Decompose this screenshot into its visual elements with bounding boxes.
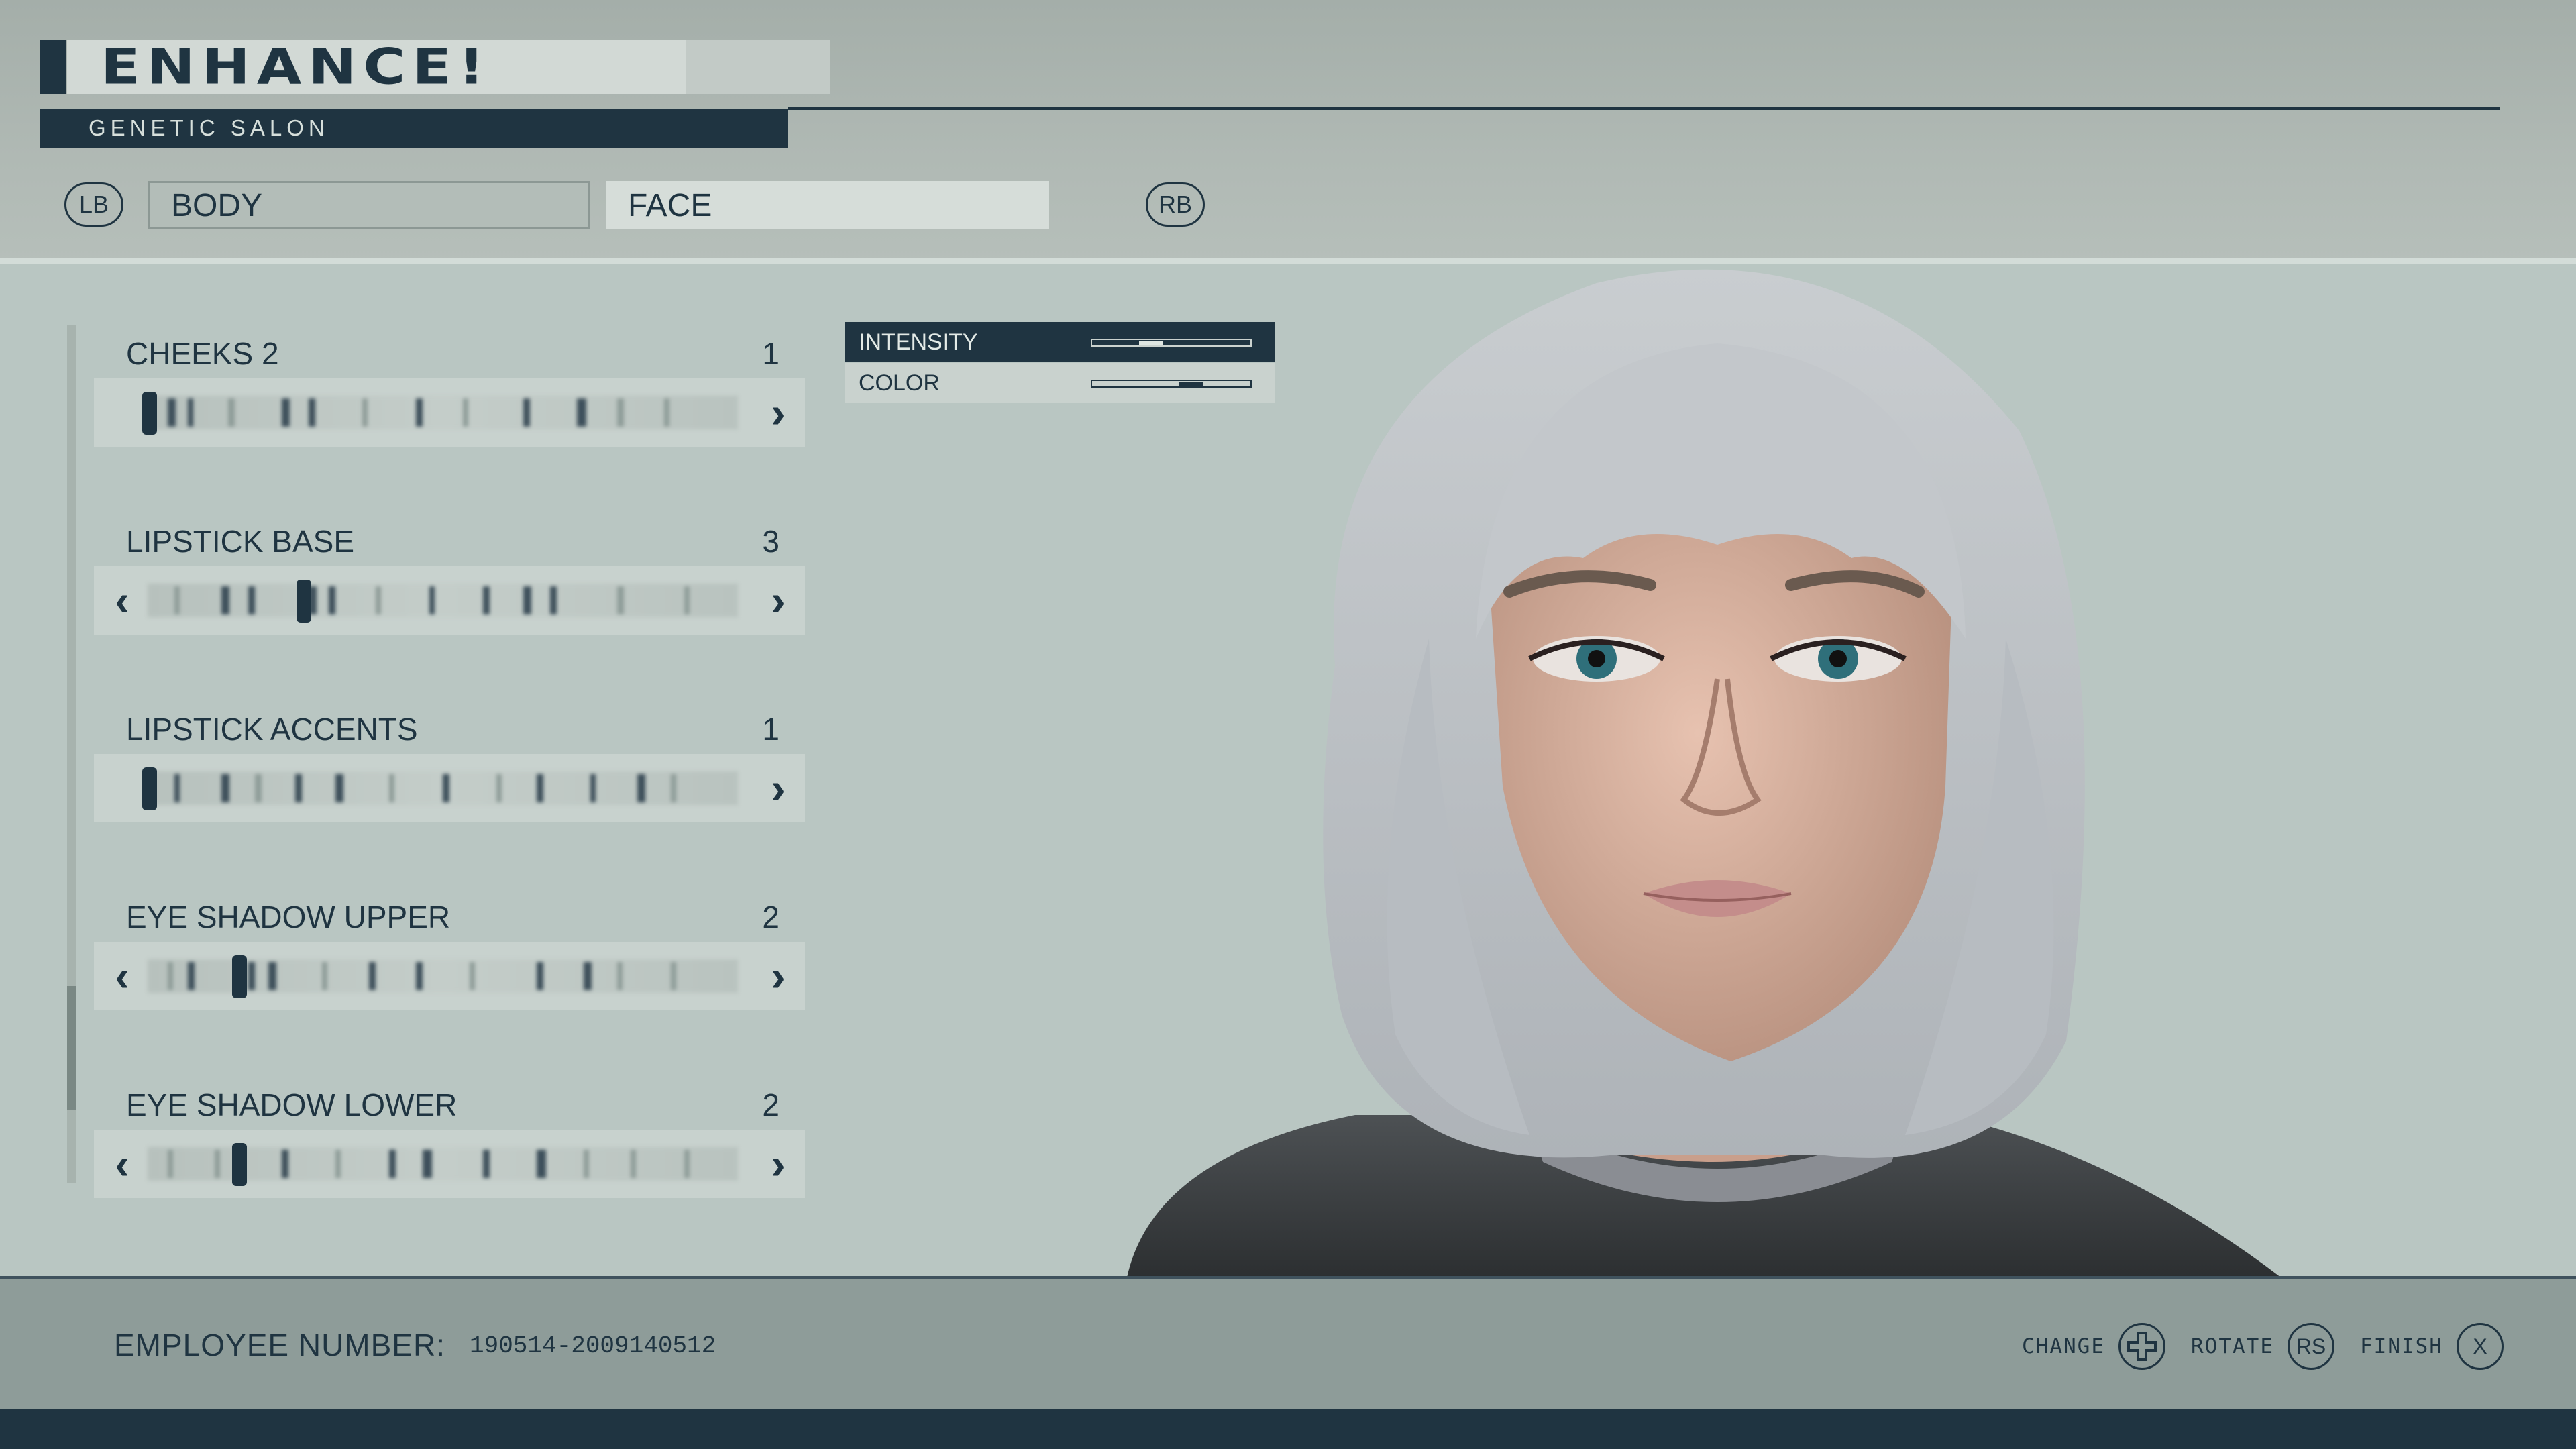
slider-thumb[interactable]	[232, 955, 247, 998]
logo-accent-bar	[40, 40, 66, 94]
intensity-label: INTENSITY	[859, 329, 978, 355]
character-portrait[interactable]	[1114, 263, 2334, 1277]
change-hint[interactable]: CHANGE	[2022, 1322, 2165, 1371]
slider-track-row[interactable]: ›	[94, 754, 805, 822]
finish-hint[interactable]: FINISH X	[2360, 1322, 2504, 1371]
footer-divider	[0, 1276, 2576, 1279]
rotate-label: ROTATE	[2191, 1334, 2274, 1358]
scrollbar-thumb[interactable]	[67, 986, 76, 1110]
dpad-icon	[2118, 1323, 2165, 1370]
logo-tail	[686, 40, 830, 94]
slider-track-row[interactable]: ‹ ›	[94, 942, 805, 1010]
slider-value: 2	[762, 900, 780, 934]
preset-strip[interactable]	[148, 396, 738, 429]
x-button-icon: X	[2456, 1323, 2504, 1370]
chevron-left-icon[interactable]: ‹	[95, 1130, 149, 1198]
chevron-right-icon[interactable]: ›	[751, 566, 805, 635]
preset-strip[interactable]	[148, 771, 738, 805]
slider-eye-shadow-upper[interactable]: EYE SHADOW UPPER 2 ‹ ›	[94, 885, 805, 1020]
header-rule	[788, 107, 2500, 110]
slider-label: EYE SHADOW LOWER	[126, 1087, 458, 1122]
slider-track-row[interactable]: ‹ ›	[94, 1130, 805, 1198]
chevron-right-icon[interactable]: ›	[751, 378, 805, 447]
slider-cheeks-2[interactable]: CHEEKS 2 1 ›	[94, 322, 805, 456]
slider-thumb[interactable]	[142, 392, 157, 435]
slider-thumb[interactable]	[297, 580, 311, 623]
lb-button[interactable]: LB	[64, 182, 123, 227]
slider-label: EYE SHADOW UPPER	[126, 900, 451, 934]
finish-label: FINISH	[2360, 1334, 2443, 1358]
preset-strip[interactable]	[148, 584, 738, 617]
slider-lipstick-accents[interactable]: LIPSTICK ACCENTS 1 ›	[94, 698, 805, 832]
chevron-left-icon[interactable]: ‹	[95, 566, 149, 635]
slider-value: 2	[762, 1087, 780, 1122]
slider-track-row[interactable]: ‹ ›	[94, 566, 805, 635]
slider-track-row[interactable]: ›	[94, 378, 805, 447]
slider-label: CHEEKS 2	[126, 336, 279, 371]
tab-body[interactable]: BODY	[148, 181, 590, 229]
footer-bottom-band	[0, 1409, 2576, 1449]
color-label: COLOR	[859, 370, 940, 396]
logo-text: ENHANCE!	[101, 38, 492, 96]
rb-button[interactable]: RB	[1146, 182, 1205, 227]
employee-number-value: 190514-2009140512	[470, 1332, 716, 1360]
page-subtitle: GENETIC SALON	[89, 115, 329, 140]
slider-value: 1	[762, 336, 780, 371]
rs-button-icon: RS	[2287, 1323, 2334, 1370]
slider-thumb[interactable]	[232, 1143, 247, 1186]
chevron-right-icon[interactable]: ›	[751, 1130, 805, 1198]
slider-thumb[interactable]	[142, 767, 157, 810]
logo-box: ENHANCE!	[67, 38, 686, 96]
chevron-left-icon[interactable]: ‹	[95, 942, 149, 1010]
tab-face[interactable]: FACE	[606, 181, 1049, 229]
slider-label: LIPSTICK ACCENTS	[126, 712, 418, 747]
slider-value: 3	[762, 524, 780, 559]
subtitle-bar: GENETIC SALON	[40, 109, 788, 148]
logo: ENHANCE!	[40, 38, 830, 96]
rotate-hint[interactable]: ROTATE RS	[2191, 1322, 2334, 1371]
slider-lipstick-base[interactable]: LIPSTICK BASE 3 ‹ ›	[94, 510, 805, 644]
slider-label: LIPSTICK BASE	[126, 524, 355, 559]
chevron-right-icon[interactable]: ›	[751, 942, 805, 1010]
slider-eye-shadow-lower[interactable]: EYE SHADOW LOWER 2 ‹ ›	[94, 1073, 805, 1208]
change-label: CHANGE	[2022, 1334, 2105, 1358]
employee-number-label: EMPLOYEE NUMBER:	[114, 1328, 445, 1362]
slider-value: 1	[762, 712, 780, 747]
chevron-right-icon[interactable]: ›	[751, 754, 805, 822]
